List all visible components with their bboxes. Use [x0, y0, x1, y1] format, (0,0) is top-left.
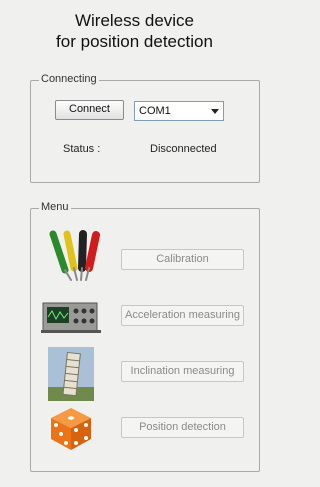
screwdrivers-icon — [49, 230, 100, 281]
port-select[interactable]: COM1 — [134, 101, 224, 121]
leaning-tower-icon — [48, 347, 94, 401]
connect-button[interactable]: Connect — [55, 100, 124, 120]
chevron-down-icon[interactable] — [211, 109, 219, 114]
title-line-2: for position detection — [56, 32, 213, 51]
inclination-measuring-button[interactable]: Inclination measuring — [121, 361, 244, 382]
menu-legend: Menu — [39, 201, 71, 213]
calibration-button[interactable]: Calibration — [121, 249, 244, 270]
status-value: Disconnected — [150, 143, 217, 155]
position-detection-button[interactable]: Position detection — [121, 417, 244, 438]
connecting-legend: Connecting — [39, 73, 99, 85]
dice-icon — [51, 408, 91, 450]
status-label: Status : — [63, 143, 101, 155]
oscilloscope-icon — [41, 302, 101, 333]
port-select-value: COM1 — [139, 105, 171, 117]
connecting-group: Connecting Connect COM1 Status : Disconn… — [30, 73, 260, 183]
menu-group: Menu Calibration Acceleration measuring — [30, 201, 260, 472]
acceleration-measuring-button[interactable]: Acceleration measuring — [121, 305, 244, 326]
title-line-1: Wireless device — [74, 11, 195, 30]
app-title: Wireless device for position detection — [0, 10, 269, 52]
